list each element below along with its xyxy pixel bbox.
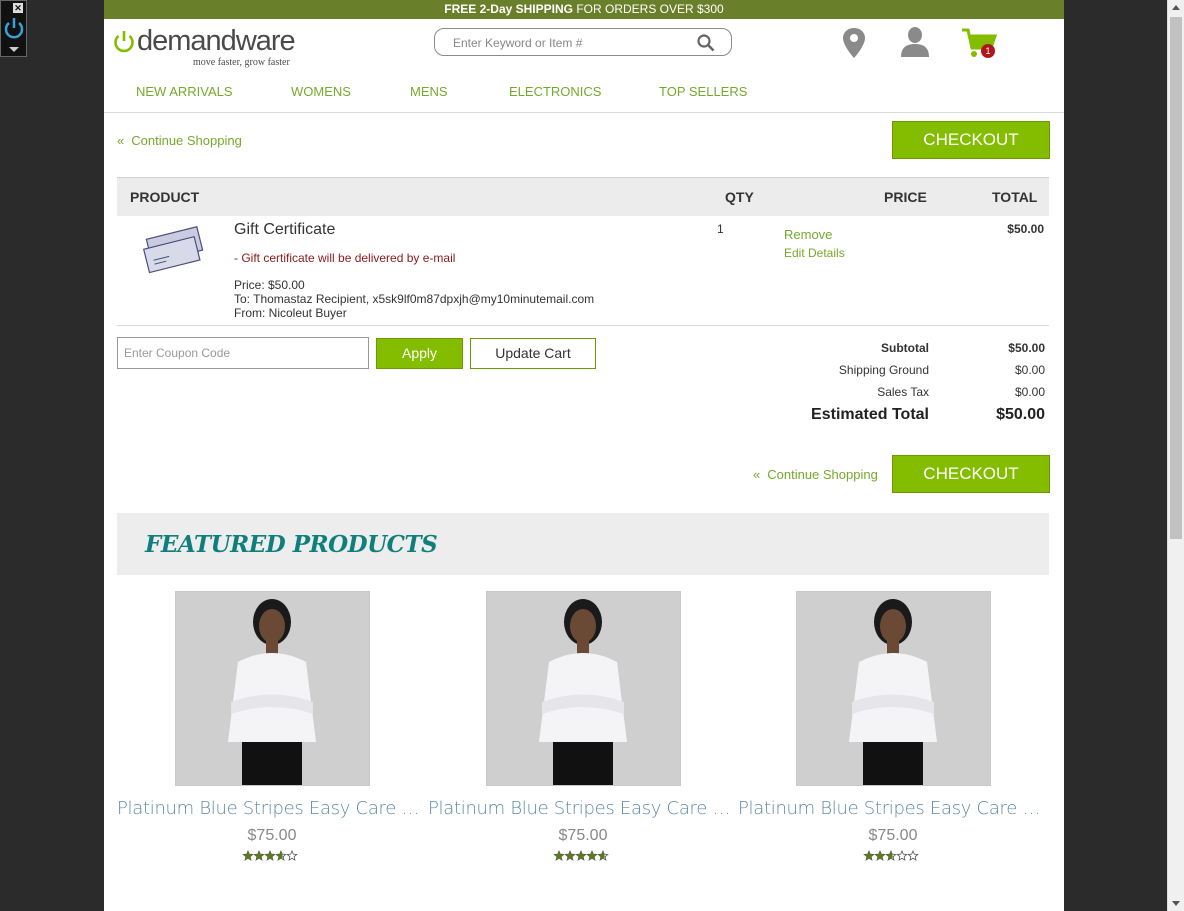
tax-value: $0.00 bbox=[1014, 385, 1045, 399]
scroll-down-icon[interactable] bbox=[1172, 901, 1180, 906]
page: FREE 2-Day SHIPPING FOR ORDERS OVER $300… bbox=[104, 0, 1064, 911]
item-price: Price: $50.00 bbox=[234, 278, 305, 292]
estimated-total-value: $50.00 bbox=[996, 406, 1045, 423]
nav-womens[interactable]: WOMENS bbox=[291, 84, 351, 99]
item-sender: From: Nicoleut Buyer bbox=[234, 306, 347, 320]
product-image[interactable] bbox=[795, 591, 991, 786]
rating-stars bbox=[242, 849, 298, 861]
logo-word-b: ware bbox=[235, 25, 296, 57]
item-qty: 1 bbox=[717, 222, 724, 236]
edit-details-link[interactable]: Edit Details bbox=[784, 246, 845, 260]
logo-wordmark: demandware bbox=[137, 25, 296, 58]
nav-new-arrivals[interactable]: NEW ARRIVALS bbox=[136, 84, 233, 99]
product-image[interactable] bbox=[174, 591, 370, 786]
continue-shopping-link-bottom[interactable]: « Continue Shopping bbox=[753, 467, 878, 482]
coupon-input[interactable] bbox=[117, 337, 369, 369]
location-icon[interactable] bbox=[842, 27, 866, 59]
table-header: PRODUCT QTY PRICE TOTAL bbox=[117, 177, 1049, 216]
scrollbar[interactable] bbox=[1167, 0, 1184, 911]
star-outline-icon bbox=[896, 849, 908, 861]
rating-stars bbox=[863, 849, 919, 861]
product-tile[interactable]: Platinum Blue Stripes Easy Care Fitted S… bbox=[738, 591, 1048, 867]
product-price: $75.00 bbox=[868, 827, 918, 844]
model-photo-image bbox=[796, 592, 990, 785]
logo[interactable]: demandware move faster, grow faster bbox=[113, 25, 303, 73]
header-price: PRICE bbox=[884, 189, 927, 205]
continue-shopping-label: Continue Shopping bbox=[131, 133, 242, 148]
subtotal-label: Subtotal bbox=[881, 341, 929, 355]
main-nav: NEW ARRIVALS WOMENS MENS ELECTRONICS TOP… bbox=[104, 79, 1064, 113]
product-name[interactable]: Platinum Blue Stripes Easy Care Fitted S… bbox=[117, 798, 427, 819]
logo-tagline: move faster, grow faster bbox=[193, 57, 290, 68]
nav-electronics[interactable]: ELECTRONICS bbox=[509, 84, 601, 99]
apply-coupon-button[interactable]: Apply bbox=[376, 338, 463, 369]
logo-word-a: demand bbox=[137, 25, 237, 57]
gift-certificate-image[interactable] bbox=[142, 225, 206, 277]
promo-banner: FREE 2-Day SHIPPING FOR ORDERS OVER $300 bbox=[104, 0, 1064, 19]
close-icon[interactable]: ✕ bbox=[13, 3, 23, 13]
scroll-up-icon[interactable] bbox=[1172, 5, 1180, 10]
remove-link[interactable]: Remove bbox=[784, 227, 832, 242]
row-divider bbox=[117, 325, 1049, 326]
shipping-label: Shipping Ground bbox=[838, 363, 929, 377]
star-outline-icon bbox=[286, 849, 298, 861]
header-total: TOTAL bbox=[992, 189, 1038, 205]
featured-products-header: FEATURED PRODUCTS bbox=[117, 513, 1049, 575]
power-icon[interactable] bbox=[3, 15, 25, 41]
nav-mens[interactable]: MENS bbox=[410, 84, 448, 99]
subtotal-value: $50.00 bbox=[1008, 341, 1045, 355]
item-total: $50.00 bbox=[1007, 222, 1044, 236]
product-tile[interactable]: Platinum Blue Stripes Easy Care Fitted S… bbox=[428, 591, 738, 867]
item-delivery-note: - Gift certificate will be delivered by … bbox=[234, 251, 456, 265]
search-box bbox=[434, 28, 732, 56]
checkout-button-bottom[interactable]: CHECKOUT bbox=[892, 455, 1050, 493]
featured-title: FEATURED PRODUCTS bbox=[145, 531, 438, 558]
continue-shopping-link-top[interactable]: « Continue Shopping bbox=[117, 133, 242, 148]
product-tile[interactable]: Platinum Blue Stripes Easy Care Fitted S… bbox=[117, 591, 427, 867]
item-recipient: To: Thomastaz Recipient, x5sk9lf0m87dpxj… bbox=[234, 292, 595, 306]
product-price: $75.00 bbox=[247, 827, 297, 844]
double-chevron-left-icon: « bbox=[753, 467, 761, 482]
scroll-thumb[interactable] bbox=[1170, 17, 1182, 539]
product-price: $75.00 bbox=[558, 827, 608, 844]
header: demandware move faster, grow faster 1 bbox=[104, 19, 1064, 79]
model-photo-image bbox=[486, 592, 680, 785]
search-icon[interactable] bbox=[697, 34, 715, 52]
nav-top-sellers[interactable]: TOP SELLERS bbox=[659, 84, 747, 99]
header-product: PRODUCT bbox=[130, 189, 200, 205]
update-cart-button[interactable]: Update Cart bbox=[470, 338, 596, 369]
shipping-value: $0.00 bbox=[1014, 363, 1045, 377]
item-name[interactable]: Gift Certificate bbox=[234, 221, 335, 239]
cart-count-badge: 1 bbox=[981, 44, 995, 58]
rating-stars bbox=[553, 849, 609, 861]
tax-label: Sales Tax bbox=[877, 385, 929, 399]
logo-power-icon bbox=[114, 31, 134, 53]
user-icon[interactable] bbox=[900, 26, 930, 58]
power-widget[interactable]: ✕ bbox=[0, 0, 27, 57]
estimated-total-label: Estimated Total bbox=[811, 406, 929, 423]
promo-bold: FREE 2-Day SHIPPING bbox=[444, 2, 573, 16]
product-name[interactable]: Platinum Blue Stripes Easy Care Fitted S… bbox=[738, 798, 1048, 819]
chevron-down-icon[interactable] bbox=[9, 47, 19, 52]
search-input[interactable] bbox=[451, 35, 685, 51]
continue-shopping-label: Continue Shopping bbox=[767, 467, 878, 482]
header-qty: QTY bbox=[725, 189, 754, 205]
product-image[interactable] bbox=[485, 591, 681, 786]
checkout-button-top[interactable]: CHECKOUT bbox=[892, 121, 1050, 159]
star-outline-icon bbox=[907, 849, 919, 861]
product-name[interactable]: Platinum Blue Stripes Easy Care Fitted S… bbox=[428, 798, 738, 819]
model-photo-image bbox=[175, 592, 369, 785]
promo-text: FOR ORDERS OVER $300 bbox=[572, 2, 724, 16]
double-chevron-left-icon: « bbox=[117, 133, 125, 148]
